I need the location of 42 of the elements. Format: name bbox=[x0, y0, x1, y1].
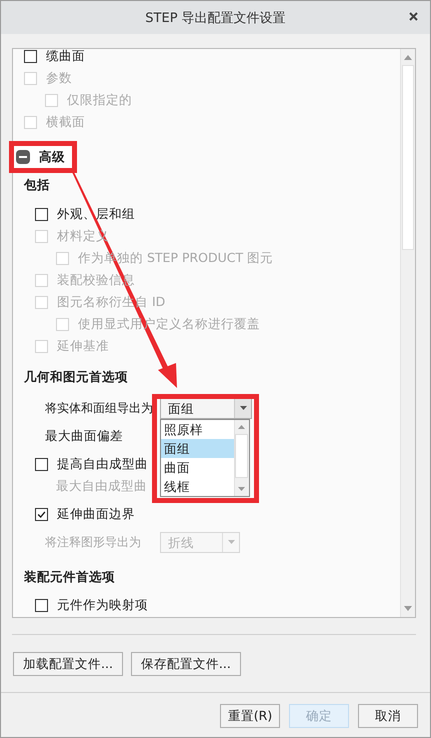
dropdown-option[interactable]: 线框 bbox=[161, 476, 234, 496]
scrollbar[interactable] bbox=[400, 49, 415, 617]
checkbox-label: 提高自由成型曲 bbox=[57, 456, 148, 472]
dropdown-option[interactable]: 面组 bbox=[161, 438, 234, 458]
scroll-up-icon[interactable] bbox=[238, 424, 245, 428]
checkbox-label: 横截面 bbox=[46, 114, 85, 130]
window-title: STEP 导出配置文件设置 bbox=[145, 10, 286, 26]
collapse-icon bbox=[16, 150, 30, 164]
checkbox-label: 参数 bbox=[46, 70, 72, 86]
checkbox-label: 仅限指定的 bbox=[67, 92, 132, 108]
field-label: 将实体和面组导出为 bbox=[45, 400, 154, 416]
dropdown-arrow-icon bbox=[240, 406, 246, 410]
close-icon[interactable] bbox=[409, 12, 418, 21]
dialog-button[interactable]: 重置(R) bbox=[220, 704, 280, 728]
checkbox[interactable] bbox=[35, 598, 48, 612]
checkbox[interactable] bbox=[35, 508, 48, 520]
checkbox[interactable] bbox=[35, 458, 48, 470]
section-heading: 几何和图元首选项 bbox=[24, 368, 129, 386]
checkbox-label: 外观、层和组 bbox=[57, 206, 135, 222]
dropdown[interactable]: 面组 bbox=[160, 398, 252, 418]
dropdown-arrow-icon bbox=[228, 540, 234, 544]
file-button[interactable]: 加载配置文件... bbox=[13, 652, 123, 676]
scroll-down-icon[interactable] bbox=[404, 606, 412, 611]
field-label: 将注释图形导出为 bbox=[45, 534, 142, 550]
checkbox-label: 延伸基准 bbox=[57, 338, 109, 354]
section-heading: 装配元件首选项 bbox=[24, 568, 116, 586]
checkbox-label: 缆曲面 bbox=[46, 49, 85, 64]
scroll-down-icon[interactable] bbox=[238, 486, 245, 490]
option-label: 最大自由成型曲 bbox=[56, 478, 147, 494]
section-heading: 包括 bbox=[24, 176, 51, 194]
section-toggle[interactable]: 高级 bbox=[9, 141, 77, 173]
scrollbar[interactable] bbox=[234, 420, 249, 496]
dropdown-option[interactable]: 照原样 bbox=[161, 420, 234, 438]
checkbox[interactable] bbox=[35, 208, 48, 220]
scroll-up-icon[interactable] bbox=[404, 55, 412, 60]
dialog-button[interactable]: 取消 bbox=[358, 704, 418, 728]
checkbox-label: 元件作为映射项 bbox=[57, 596, 148, 614]
option-label: 最大曲面偏差 bbox=[45, 428, 123, 444]
file-button[interactable]: 保存配置文件... bbox=[130, 652, 241, 676]
checkbox[interactable] bbox=[24, 50, 37, 62]
checkbox-label: 延伸曲面边界 bbox=[57, 506, 135, 522]
dropdown-option[interactable]: 曲面 bbox=[161, 458, 234, 476]
